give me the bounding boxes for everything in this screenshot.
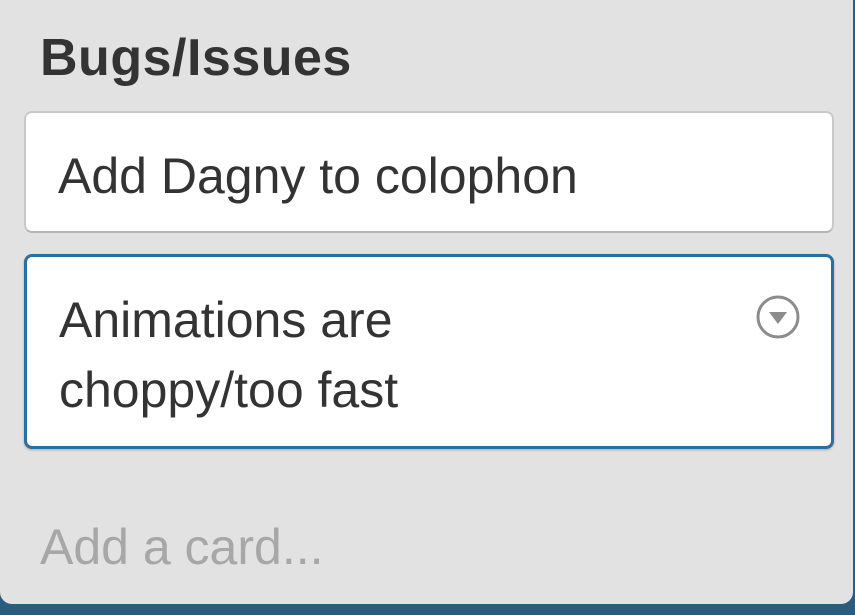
card-title: Animations are choppy/too fast [59,292,399,418]
add-card-link[interactable]: Add a card... [40,512,324,582]
card-animations-choppy[interactable]: Animations are choppy/too fast [24,254,834,449]
chevron-down-circle-icon[interactable] [755,294,801,340]
list-bugs-issues: Bugs/Issues Add Dagny to colophon Animat… [0,0,853,604]
card-title: Add Dagny to colophon [58,148,578,204]
list-title[interactable]: Bugs/Issues [40,28,352,88]
card-add-dagny[interactable]: Add Dagny to colophon [24,111,834,233]
